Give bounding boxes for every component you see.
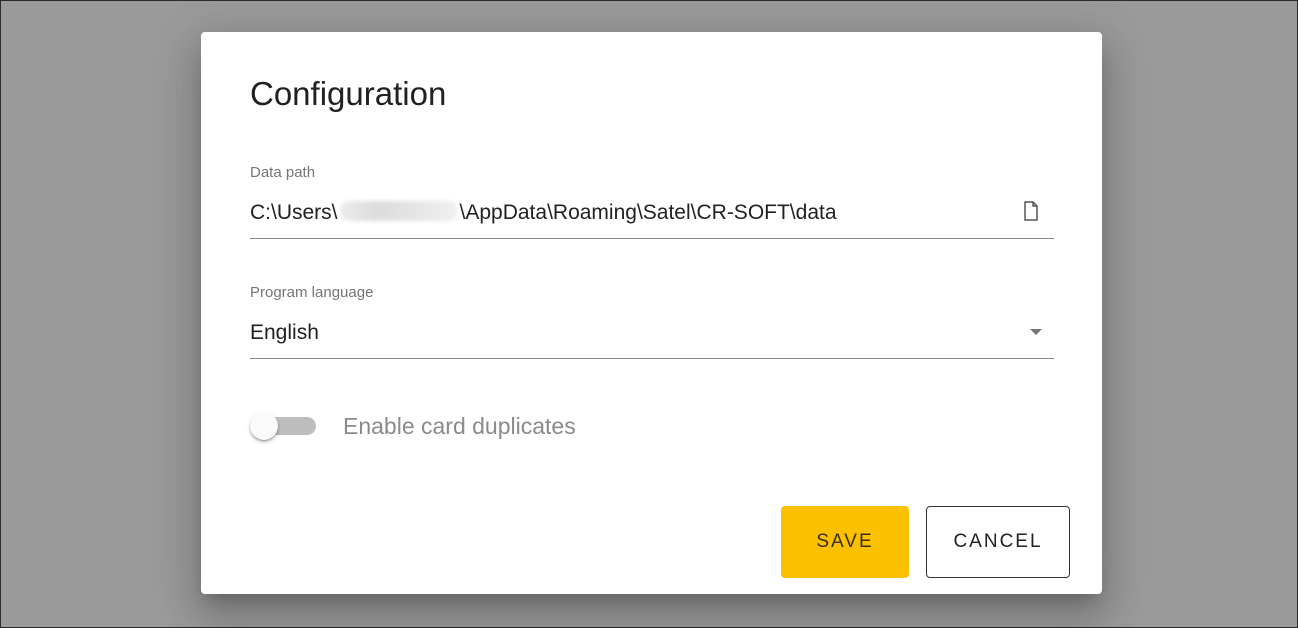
dialog-title: Configuration xyxy=(250,75,447,112)
modal-backdrop[interactable]: Configuration Data path C:\Users\ \AppDat… xyxy=(0,0,1298,628)
program-language-field: Program language English xyxy=(250,284,1054,362)
program-language-underline xyxy=(250,358,1054,359)
data-path-underline xyxy=(250,238,1054,239)
data-path-suffix: \AppData\Roaming\Satel\CR-SOFT\data xyxy=(459,201,837,224)
data-path-label: Data path xyxy=(250,164,316,181)
save-button[interactable]: SAVE xyxy=(781,506,909,578)
data-path-prefix: C:\Users\ xyxy=(250,201,338,224)
redacted-username xyxy=(339,201,458,221)
configuration-dialog: Configuration Data path C:\Users\ \AppDat… xyxy=(201,32,1102,594)
data-path-input[interactable]: C:\Users\ \AppData\Roaming\Satel\CR-SOFT\… xyxy=(250,200,837,226)
card-duplicates-row: Enable card duplicates xyxy=(250,406,750,446)
dropdown-arrow-icon[interactable] xyxy=(1030,329,1042,335)
program-language-select[interactable] xyxy=(250,304,1054,359)
toggle-thumb xyxy=(250,412,278,440)
cancel-button[interactable]: CANCEL xyxy=(926,506,1070,578)
program-language-value: English xyxy=(250,321,319,344)
card-duplicates-toggle[interactable] xyxy=(250,406,322,446)
program-language-label: Program language xyxy=(250,284,374,301)
data-path-field: Data path C:\Users\ \AppData\Roaming\Sate… xyxy=(250,164,1054,242)
file-icon[interactable] xyxy=(1022,200,1040,222)
card-duplicates-label[interactable]: Enable card duplicates xyxy=(343,412,576,440)
